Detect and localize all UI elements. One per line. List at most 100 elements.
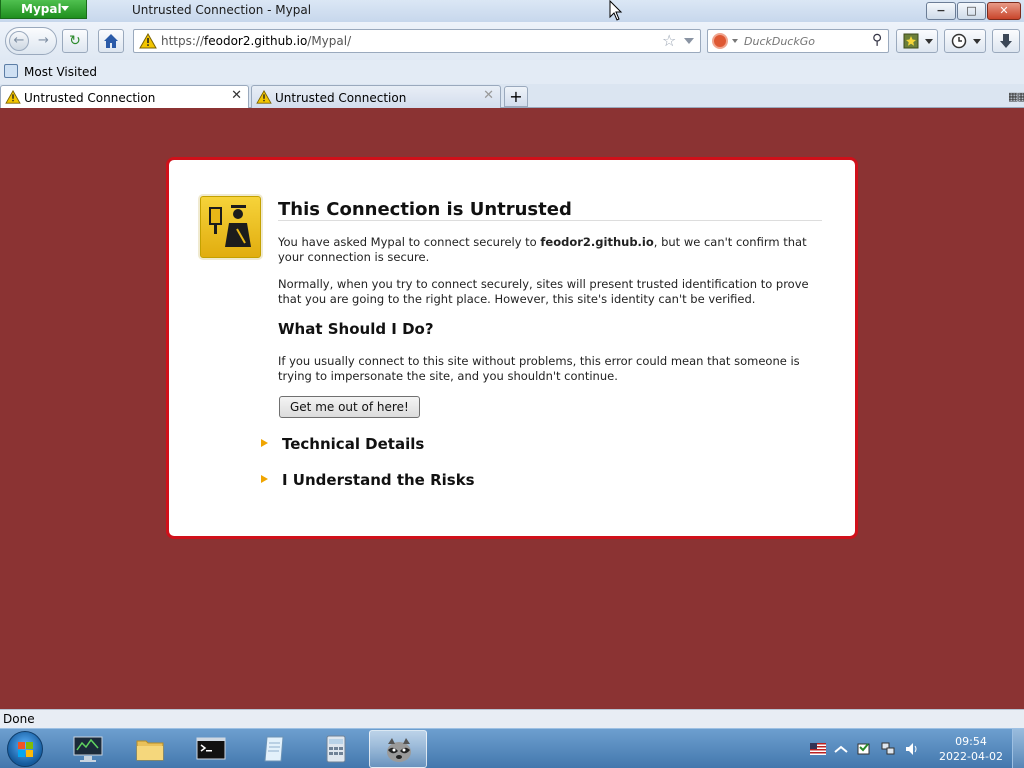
- error-panel: This Connection is Untrusted You have as…: [166, 157, 858, 539]
- status-bar: Done: [0, 709, 1024, 728]
- tab-close-icon[interactable]: ✕: [231, 88, 242, 103]
- duckduckgo-icon[interactable]: [712, 33, 728, 49]
- system-clock[interactable]: 09:54 2022-04-02: [936, 734, 1006, 764]
- taskbar-item-notepad[interactable]: [245, 730, 303, 768]
- bookmarks-menu-button[interactable]: [896, 29, 938, 53]
- downloads-button[interactable]: [992, 29, 1020, 53]
- intro-text-start: You have asked Mypal to connect securely…: [278, 235, 541, 249]
- reload-button[interactable]: ↻: [62, 29, 88, 53]
- action-center-icon[interactable]: [856, 741, 872, 757]
- certificate-officer-icon: [200, 196, 261, 258]
- tab-label: Untrusted Connection: [24, 91, 156, 105]
- app-menu-caret-icon: [61, 6, 69, 11]
- search-input[interactable]: [744, 33, 864, 49]
- url-text[interactable]: https://feodor2.github.io/Mypal/: [161, 34, 351, 48]
- mouse-cursor-icon: [609, 0, 623, 21]
- command-prompt-icon: [196, 737, 226, 760]
- forward-button[interactable]: →: [38, 33, 49, 48]
- home-button[interactable]: [98, 29, 124, 53]
- tab-warning-icon: [256, 90, 272, 104]
- clock-date: 2022-04-02: [939, 750, 1003, 763]
- technical-details-label: Technical Details: [282, 435, 425, 453]
- tab-label: Untrusted Connection: [275, 91, 407, 105]
- taskbar-item-performance-monitor[interactable]: [59, 730, 117, 768]
- app-menu-button[interactable]: Mypal: [0, 0, 87, 19]
- tab-untrusted-connection-2[interactable]: Untrusted Connection ✕: [251, 85, 501, 108]
- show-hidden-icons-icon[interactable]: [834, 744, 848, 756]
- taskbar-item-file-explorer[interactable]: [121, 730, 179, 768]
- taskbar-item-calculator[interactable]: [307, 730, 365, 768]
- tab-strip: Untrusted Connection ✕ Untrusted Connect…: [0, 84, 1024, 109]
- search-icon[interactable]: ⚲: [872, 32, 882, 48]
- plus-icon: +: [509, 87, 523, 106]
- bookmark-star-icon[interactable]: ☆: [662, 31, 676, 50]
- status-text: Done: [3, 712, 35, 726]
- window-title: Untrusted Connection - Mypal: [132, 3, 312, 17]
- taskbar-item-mypal[interactable]: [369, 730, 427, 768]
- list-all-tabs-icon[interactable]: ▦▦: [1008, 90, 1024, 103]
- history-dropdown-icon: [973, 39, 981, 44]
- taskbar-item-command-prompt[interactable]: [182, 730, 240, 768]
- performance-monitor-icon: [73, 736, 103, 762]
- taskbar: 09:54 2022-04-02: [0, 728, 1024, 768]
- mypal-raccoon-icon: [387, 738, 411, 762]
- title-divider: [278, 220, 822, 221]
- what-should-i-do-paragraph: If you usually connect to this site with…: [278, 354, 800, 383]
- history-clock-icon: [951, 33, 967, 49]
- page-title: This Connection is Untrusted: [278, 199, 572, 220]
- calculator-icon: [326, 735, 346, 763]
- back-arrow-icon: ←: [13, 33, 25, 48]
- history-menu-button[interactable]: [944, 29, 986, 53]
- forward-arrow-icon: →: [38, 33, 49, 48]
- bookmarks-toolbar: Most Visited: [0, 60, 1024, 84]
- system-tray: [808, 741, 928, 757]
- what-should-i-do-heading: What Should I Do?: [278, 320, 434, 338]
- warning-icon: [139, 33, 157, 49]
- maximize-icon: □: [966, 4, 977, 17]
- url-path: /Mypal/: [307, 34, 352, 48]
- tab-warning-icon: [5, 90, 21, 104]
- search-bar[interactable]: ⚲: [707, 29, 889, 53]
- url-host: feodor2.github.io: [204, 34, 308, 48]
- download-arrow-icon: [1000, 34, 1012, 48]
- intro-host: feodor2.github.io: [540, 235, 654, 249]
- language-flag-icon[interactable]: [810, 743, 826, 755]
- url-bar[interactable]: https://feodor2.github.io/Mypal/ ☆: [133, 29, 701, 53]
- expand-arrow-icon: [261, 474, 268, 483]
- understand-risks-label: I Understand the Risks: [282, 471, 475, 489]
- windows-logo-icon: [18, 742, 33, 757]
- new-tab-button[interactable]: +: [504, 86, 528, 107]
- window-titlebar: Mypal Untrusted Connection - Mypal − □ ✕: [0, 0, 1024, 22]
- url-history-dropdown-icon[interactable]: [684, 38, 694, 44]
- network-icon[interactable]: [880, 741, 896, 757]
- normally-paragraph: Normally, when you try to connect secure…: [278, 277, 809, 306]
- minimize-icon: −: [936, 4, 946, 17]
- volume-icon[interactable]: [904, 741, 920, 757]
- reload-icon: ↻: [69, 33, 81, 49]
- search-engine-dropdown-icon[interactable]: [732, 39, 738, 43]
- get-me-out-button[interactable]: Get me out of here!: [279, 396, 420, 418]
- technical-details-expander[interactable]: Technical Details: [261, 435, 424, 453]
- close-window-button[interactable]: ✕: [987, 2, 1021, 20]
- bookmark-label: Most Visited: [24, 65, 98, 79]
- minimize-button[interactable]: −: [926, 2, 956, 20]
- tab-untrusted-connection-1[interactable]: Untrusted Connection ✕: [0, 85, 249, 109]
- tab-close-icon[interactable]: ✕: [483, 88, 494, 103]
- home-icon: [104, 34, 118, 48]
- navigation-toolbar: ← → ↻ https://feodor2.github.io/Mypal/ ☆…: [0, 22, 1024, 60]
- page-content: This Connection is Untrusted You have as…: [0, 108, 1024, 709]
- back-button[interactable]: ←: [9, 31, 29, 51]
- notepad-icon: [264, 736, 284, 762]
- start-button[interactable]: [7, 731, 43, 767]
- close-icon: ✕: [999, 4, 1009, 17]
- show-desktop-button[interactable]: [1012, 729, 1024, 768]
- app-menu-label: Mypal: [21, 2, 62, 16]
- back-forward-group: ← →: [5, 27, 57, 55]
- bookmark-folder-icon: [4, 64, 18, 78]
- bookmarks-icon: [903, 33, 919, 49]
- expand-arrow-icon: [261, 438, 268, 447]
- intro-paragraph: You have asked Mypal to connect securely…: [278, 235, 818, 265]
- understand-risks-expander[interactable]: I Understand the Risks: [261, 471, 475, 489]
- maximize-button[interactable]: □: [957, 2, 986, 20]
- clock-time: 09:54: [955, 735, 987, 748]
